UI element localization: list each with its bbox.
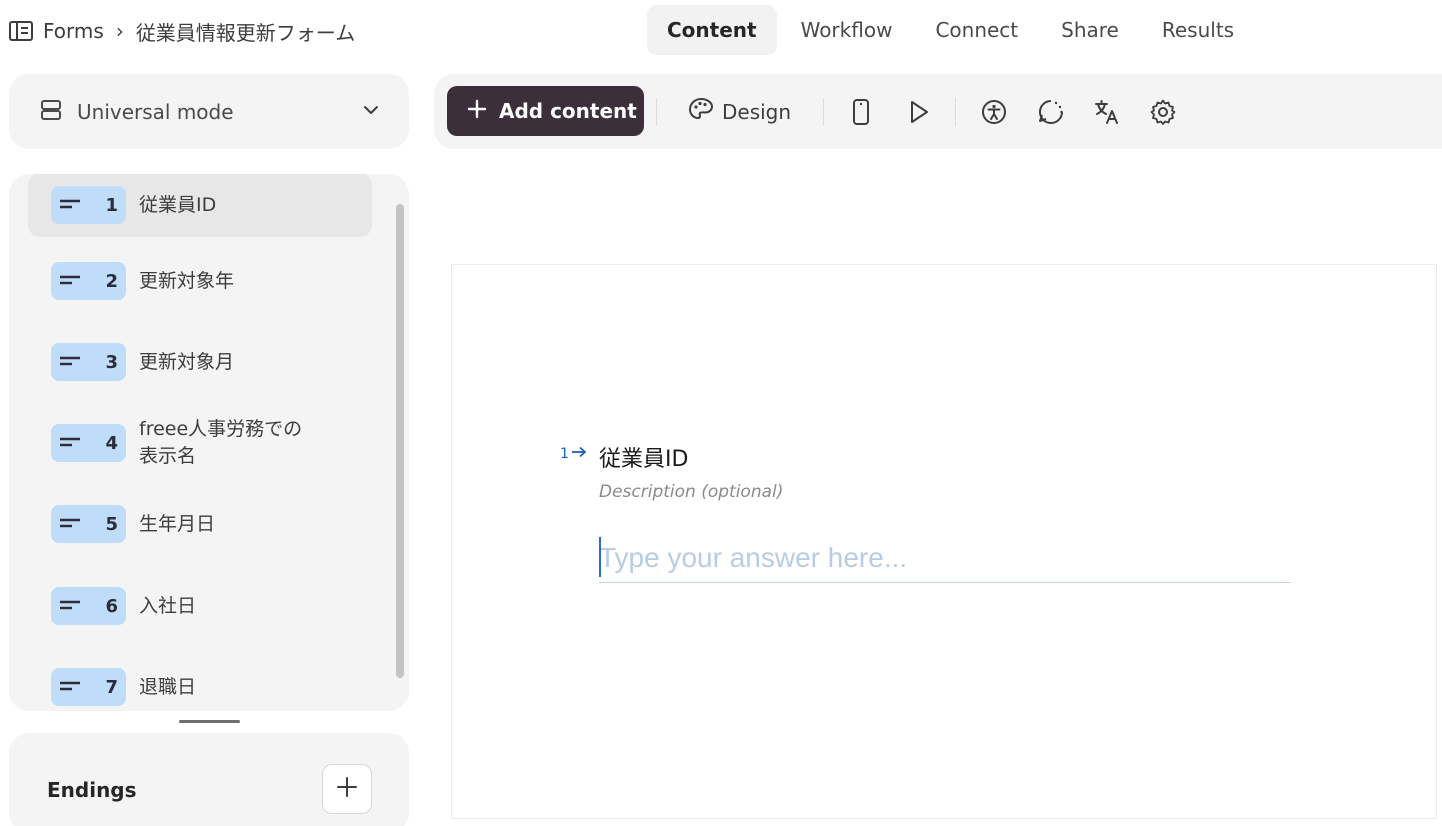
short-text-icon: [59, 196, 81, 215]
question-label-line: freee人事労務での: [139, 418, 303, 440]
tab-workflow[interactable]: Workflow: [782, 5, 912, 55]
mode-selector[interactable]: Universal mode: [9, 74, 409, 149]
short-text-icon: [59, 597, 81, 616]
question-label: 更新対象年: [139, 269, 235, 292]
short-text-icon: [59, 515, 81, 534]
question-badge: 6: [51, 587, 126, 625]
arrow-right-icon: [571, 446, 587, 462]
form-title[interactable]: 従業員情報更新フォーム: [136, 17, 355, 46]
design-button[interactable]: Design: [688, 97, 792, 128]
mobile-preview-icon[interactable]: [845, 96, 877, 128]
question-label: freee人事労務での 表示名: [139, 416, 302, 470]
question-label: 従業員ID: [139, 193, 217, 216]
question-item[interactable]: 4 freee人事労務での 表示名: [28, 411, 372, 475]
question-number: 3: [105, 351, 118, 373]
question-item[interactable]: 7 退職日: [28, 655, 372, 711]
tab-connect[interactable]: Connect: [916, 5, 1037, 55]
question-label: 生年月日: [139, 512, 216, 535]
layout-rows-icon: [39, 98, 63, 126]
add-ending-button[interactable]: [322, 764, 372, 814]
question-item[interactable]: 1 従業員ID: [28, 174, 372, 237]
question-item[interactable]: 2 更新対象年: [28, 249, 372, 313]
tab-results[interactable]: Results: [1143, 5, 1253, 55]
short-text-icon: [59, 353, 81, 372]
top-bar: Forms › 従業員情報更新フォーム Content Workflow Con…: [0, 0, 1442, 62]
loading-spinner-icon[interactable]: [1035, 96, 1067, 128]
tab-content[interactable]: Content: [647, 5, 777, 55]
mode-label: Universal mode: [77, 99, 234, 124]
play-icon[interactable]: [903, 96, 935, 128]
endings-label: Endings: [47, 778, 137, 802]
breadcrumb: Forms › 従業員情報更新フォーム: [9, 17, 355, 46]
question-badge: 2: [51, 262, 126, 300]
question-item[interactable]: 5 生年月日: [28, 492, 372, 556]
forms-panel-icon[interactable]: [9, 21, 33, 41]
add-content-button[interactable]: Add content: [447, 86, 644, 136]
short-text-icon: [59, 272, 81, 291]
palette-icon: [688, 97, 714, 128]
question-number: 6: [105, 595, 118, 617]
canvas-question-number: 1: [560, 446, 569, 462]
question-number: 7: [105, 676, 118, 698]
plus-icon: [336, 776, 358, 802]
question-description[interactable]: Description (optional): [599, 482, 783, 502]
toolbar-divider: [955, 98, 956, 126]
editor-toolbar: Add content Design: [434, 74, 1442, 149]
text-cursor: [599, 537, 601, 577]
tab-share[interactable]: Share: [1042, 5, 1138, 55]
plus-icon: [467, 99, 487, 124]
question-number: 4: [105, 432, 118, 454]
add-content-label: Add content: [499, 99, 637, 123]
question-label-line: 表示名: [139, 445, 197, 467]
question-badge: 3: [51, 343, 126, 381]
breadcrumb-separator: ›: [115, 19, 124, 43]
question-badge: 1: [51, 186, 126, 224]
question-badge: 5: [51, 505, 126, 543]
main-tabs: Content Workflow Connect Share Results: [647, 5, 1253, 55]
toolbar-divider: [823, 98, 824, 126]
form-preview-canvas: 1 従業員ID Description (optional): [451, 264, 1437, 819]
endings-panel: Endings: [9, 733, 409, 826]
question-label: 退職日: [139, 675, 197, 698]
design-label: Design: [722, 100, 792, 124]
short-text-icon: [59, 678, 81, 697]
toolbar-divider: [656, 98, 657, 126]
question-number: 2: [105, 270, 118, 292]
answer-input[interactable]: [599, 533, 1291, 583]
question-item[interactable]: 3 更新対象月: [28, 330, 372, 394]
short-text-icon: [59, 434, 81, 453]
chevron-down-icon: [361, 100, 381, 124]
question-list-scrollbar[interactable]: [396, 204, 404, 678]
question-label: 更新対象月: [139, 350, 235, 373]
question-number: 1: [105, 194, 118, 216]
question-item[interactable]: 6 入社日: [28, 574, 372, 638]
accessibility-icon[interactable]: [978, 96, 1010, 128]
question-label: 入社日: [139, 594, 197, 617]
breadcrumb-forms-link[interactable]: Forms: [43, 19, 104, 43]
question-badge: 7: [51, 668, 126, 706]
gear-icon[interactable]: [1147, 96, 1179, 128]
question-badge: 4: [51, 424, 126, 462]
resize-handle[interactable]: [179, 720, 240, 723]
question-list: 1 従業員ID 2 更新対象年 3 更新対象月 4 freee人事労務での 表示…: [9, 174, 409, 711]
question-number-indicator: 1: [560, 446, 587, 462]
translate-icon[interactable]: [1091, 96, 1123, 128]
question-number: 5: [105, 513, 118, 535]
question-title[interactable]: 従業員ID: [599, 441, 688, 473]
